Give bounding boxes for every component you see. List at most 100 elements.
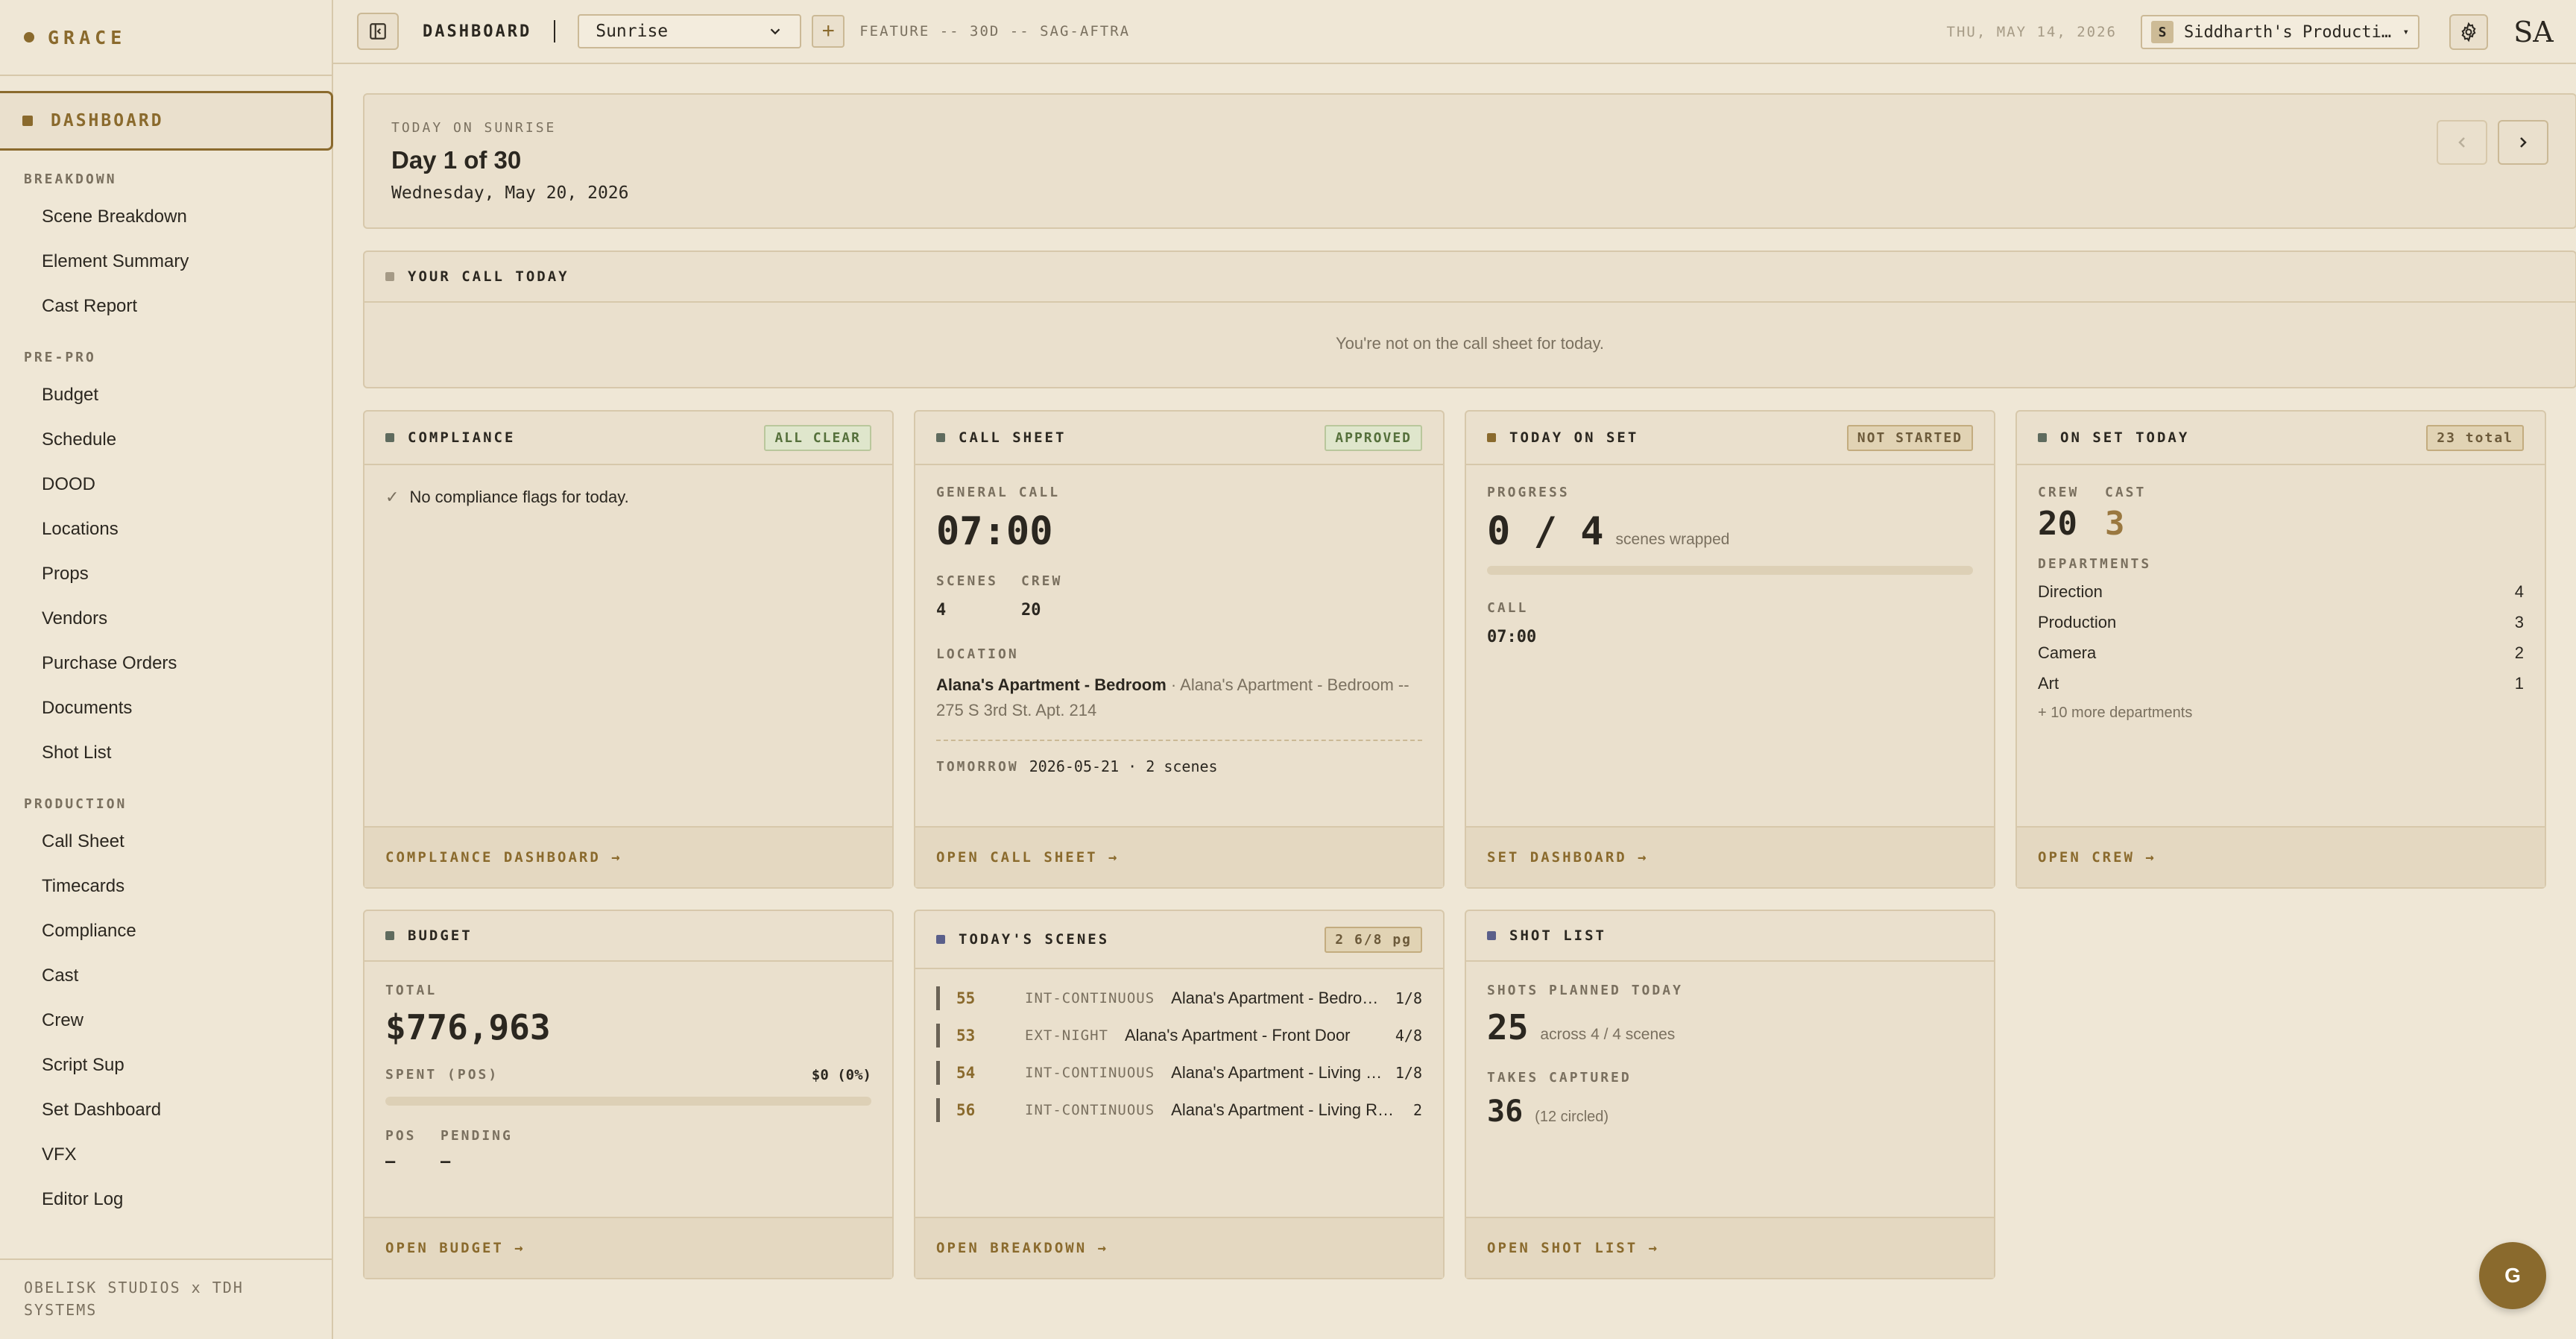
scene-row[interactable]: 55 INT-CONTINUOUS Alana's Apartment - Be… <box>915 980 1443 1017</box>
po-stats: POS — PENDING — <box>385 1128 871 1171</box>
collapse-sidebar-icon <box>370 23 386 40</box>
sidebar-item-cast-report[interactable]: Cast Report <box>0 284 332 329</box>
open-crew-link[interactable]: OPEN CREW → <box>2017 826 2545 887</box>
general-call-value: 07:00 <box>936 509 1053 554</box>
sidebar-item-documents[interactable]: Documents <box>0 686 332 731</box>
more-departments-link[interactable]: + 10 more departments <box>2038 705 2524 722</box>
sidebar-item-timecards[interactable]: Timecards <box>0 864 332 909</box>
scene-row[interactable]: 56 INT-CONTINUOUS Alana's Apartment - Li… <box>915 1091 1443 1129</box>
spent-bar <box>385 1097 871 1106</box>
pos-value: — <box>385 1153 396 1171</box>
sidebar-item-element-summary[interactable]: Element Summary <box>0 239 332 284</box>
sidebar-item-locations[interactable]: Locations <box>0 507 332 552</box>
department-count: 1 <box>2514 673 2524 693</box>
compliance-dashboard-link[interactable]: COMPLIANCE DASHBOARD → <box>364 826 892 887</box>
page-title: DASHBOARD <box>423 22 532 41</box>
org-switcher[interactable]: S Siddharth's Producti… ▾ <box>2141 15 2419 49</box>
sidebar-item-dood[interactable]: DOOD <box>0 462 332 507</box>
sidebar-item-shot-list[interactable]: Shot List <box>0 731 332 775</box>
settings-button[interactable] <box>2449 14 2488 50</box>
spent-label: SPENT (POS) <box>385 1067 499 1083</box>
cast-count: 3 <box>2105 505 2125 543</box>
sidebar-item-scene-breakdown[interactable]: Scene Breakdown <box>0 195 332 239</box>
progress-readout: 0 / 4 scenes wrapped <box>1487 509 1973 554</box>
user-avatar[interactable]: SA <box>2513 12 2554 52</box>
shot-list-square-icon <box>1487 931 1496 940</box>
pos-label: POS <box>385 1128 417 1144</box>
sidebar-item-editor-log[interactable]: Editor Log <box>0 1177 332 1222</box>
today-on-set-title: TODAY ON SET <box>1509 429 1639 446</box>
budget-title: BUDGET <box>408 927 473 944</box>
pending-label: PENDING <box>441 1128 513 1144</box>
add-project-button[interactable]: + <box>812 15 845 48</box>
scene-pages: 2 <box>1412 1101 1422 1119</box>
sidebar-item-props[interactable]: Props <box>0 552 332 596</box>
scene-number: 55 <box>956 989 976 1007</box>
title-divider <box>554 20 556 42</box>
call-value: 07:00 <box>1487 628 1537 646</box>
department-count: 2 <box>2514 643 2524 662</box>
chevron-down-icon <box>770 28 780 35</box>
your-call-card: YOUR CALL TODAY You're not on the call s… <box>363 251 2576 388</box>
scene-number: 54 <box>956 1064 976 1082</box>
open-call-sheet-link[interactable]: OPEN CALL SHEET → <box>915 826 1443 887</box>
today-day: Day 1 of 30 <box>391 146 522 174</box>
prev-day-button[interactable] <box>2437 120 2487 165</box>
compliance-message: No compliance flags for today. <box>409 488 629 506</box>
brand[interactable]: GRACE <box>0 0 332 76</box>
sidebar-section-title: PRODUCTION <box>24 796 127 812</box>
gear-icon <box>2461 22 2476 42</box>
progress-value: 0 / 4 <box>1487 509 1604 554</box>
scene-name: Alana's Apartment - Living Room <box>1171 1100 1401 1119</box>
brand-dot-icon <box>24 32 34 42</box>
set-dashboard-link[interactable]: SET DASHBOARD → <box>1466 826 1994 887</box>
assistant-button[interactable]: G <box>2479 1242 2546 1309</box>
call-label: CALL <box>1487 600 1529 616</box>
total-badge: 23 total <box>2426 424 2524 451</box>
takes-label: TAKES CAPTURED <box>1487 1070 1632 1086</box>
crew-value: 20 <box>1021 601 1041 620</box>
project-meta: FEATURE -- 30D -- SAG-AFTRA <box>859 23 1131 40</box>
open-breakdown-link[interactable]: OPEN BREAKDOWN → <box>915 1217 1443 1278</box>
scene-row[interactable]: 54 INT-CONTINUOUS Alana's Apartment - Li… <box>915 1054 1443 1091</box>
top-bar: DASHBOARD Sunrise + FEATURE -- 30D -- SA… <box>333 0 2576 64</box>
your-call-header: YOUR CALL TODAY <box>364 252 2575 303</box>
call-sheet-header: CALL SHEET APPROVED <box>915 412 1443 465</box>
open-shot-list-link[interactable]: OPEN SHOT LIST → <box>1466 1217 1994 1278</box>
collapse-sidebar-button[interactable] <box>357 13 399 50</box>
scene-pages: 1/8 <box>1395 989 1422 1007</box>
next-day-button[interactable] <box>2498 120 2548 165</box>
sidebar-item-vendors[interactable]: Vendors <box>0 596 332 641</box>
scene-row[interactable]: 53 EXT-NIGHT Alana's Apartment - Front D… <box>915 1017 1443 1054</box>
sidebar-item-script-sup[interactable]: Script Sup <box>0 1043 332 1088</box>
progress-label: PROGRESS <box>1487 485 1570 500</box>
cast-label: CAST <box>2105 485 2147 500</box>
location-text: Alana's Apartment - Bedroom · Alana's Ap… <box>936 672 1422 723</box>
location-separator: · <box>1166 675 1181 694</box>
sidebar-section-pre-pro: PRE-PRO Budget Schedule DOOD Locations P… <box>0 350 332 775</box>
planned-note: across 4 / 4 scenes <box>1540 1026 1676 1043</box>
scenes-label: SCENES <box>936 573 999 589</box>
compliance-header: COMPLIANCE ALL CLEAR <box>364 412 892 465</box>
sidebar-item-set-dashboard[interactable]: Set Dashboard <box>0 1088 332 1132</box>
sidebar-item-compliance[interactable]: Compliance <box>0 909 332 954</box>
sidebar-item-dashboard[interactable]: DASHBOARD <box>0 91 333 151</box>
open-budget-link[interactable]: OPEN BUDGET → <box>364 1217 892 1278</box>
crew-count: 20 <box>2038 505 2077 543</box>
sidebar-item-call-sheet[interactable]: Call Sheet <box>0 819 332 864</box>
sidebar-item-cast[interactable]: Cast <box>0 954 332 998</box>
sidebar-item-vfx[interactable]: VFX <box>0 1132 332 1177</box>
on-set-today-square-icon <box>2038 433 2047 442</box>
planned-readout: 25 across 4 / 4 scenes <box>1487 1007 1973 1047</box>
sidebar-item-purchase-orders[interactable]: Purchase Orders <box>0 641 332 686</box>
project-select[interactable]: Sunrise <box>578 14 802 48</box>
today-info: TODAY ON SUNRISE Day 1 of 30 Wednesday, … <box>391 120 629 203</box>
scene-name: Alana's Apartment - Living Room <box>1171 1063 1383 1082</box>
sidebar-item-crew[interactable]: Crew <box>0 998 332 1043</box>
scene-type: INT-CONTINUOUS <box>1025 990 1155 1006</box>
sidebar-item-budget[interactable]: Budget <box>0 373 332 418</box>
scene-name: Alana's Apartment - Bedroom <box>1171 989 1383 1007</box>
on-set-today-header: ON SET TODAY 23 total <box>2017 412 2545 465</box>
department-name: Production <box>2038 612 2117 631</box>
sidebar-item-schedule[interactable]: Schedule <box>0 418 332 462</box>
